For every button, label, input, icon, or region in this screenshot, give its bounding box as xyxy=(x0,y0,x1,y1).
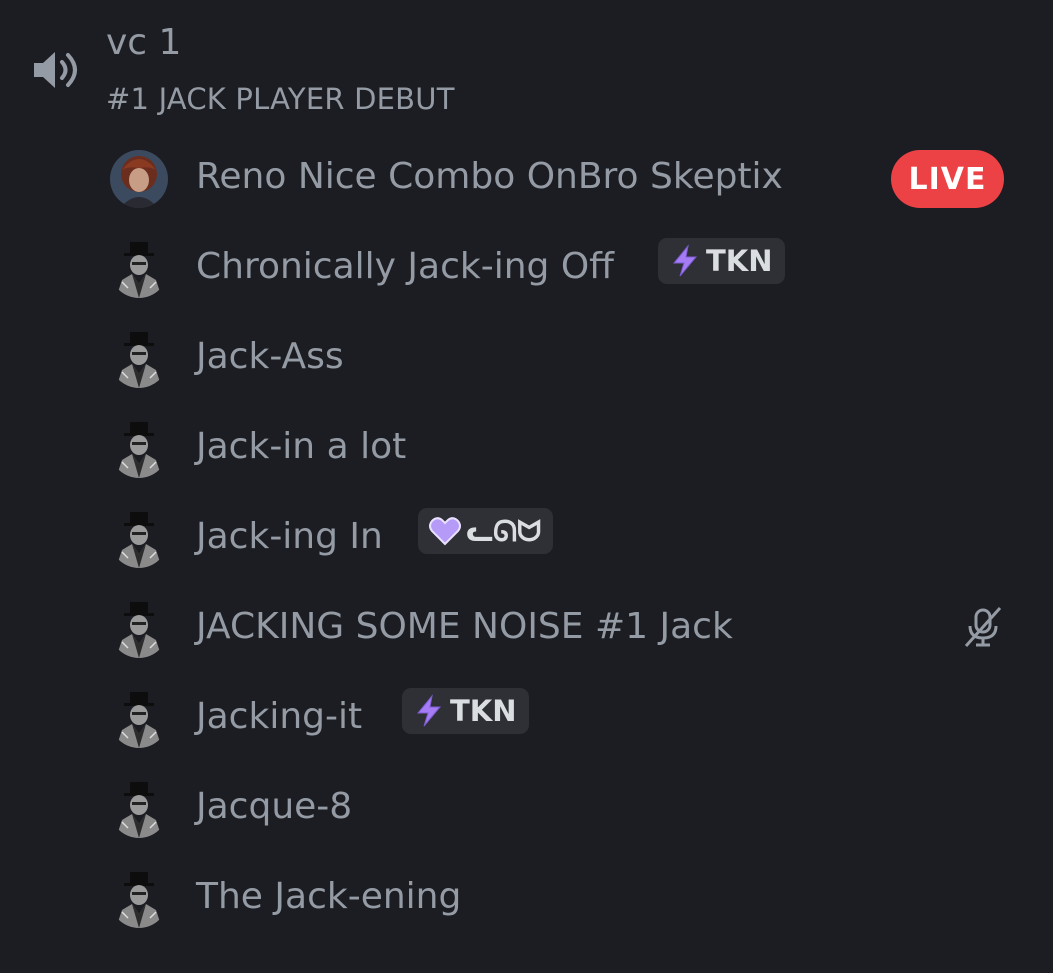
voice-user[interactable]: Jack-Ass xyxy=(0,314,1053,404)
user-name: Jack-in a lot xyxy=(196,426,407,467)
top-hat-man-avatar xyxy=(110,600,168,658)
user-name: Jack-ing In xyxy=(196,516,383,557)
server-tag-text: TKN xyxy=(450,694,517,728)
voice-user[interactable]: Jack-in a lot xyxy=(0,404,1053,494)
user-name: Chronically Jack-ing Off xyxy=(196,246,614,287)
speaker-icon xyxy=(34,52,77,88)
voice-user[interactable]: Chronically Jack-ing Off TKN xyxy=(0,224,1053,314)
user-name: Reno Nice Combo OnBro Skeptix xyxy=(196,156,783,197)
voice-user[interactable]: Jacking-it TKN xyxy=(0,674,1053,764)
server-tag[interactable]: TKN xyxy=(402,688,529,734)
voice-channel-header[interactable]: vc 1 #1 JACK PLAYER DEBUT xyxy=(0,0,1053,130)
server-tag[interactable]: TKN xyxy=(658,238,785,284)
server-tag-text: TKN xyxy=(706,244,773,278)
microphone-muted-icon xyxy=(964,606,1002,648)
voice-user-list: Reno Nice Combo OnBro Skeptix LIVE Chron… xyxy=(0,134,1053,944)
lightning-bolt-icon xyxy=(416,694,442,727)
server-tag-text: ᓚᘏᗢ xyxy=(466,513,542,548)
top-hat-man-avatar xyxy=(110,420,168,478)
top-hat-man-avatar xyxy=(110,330,168,388)
voice-user[interactable]: Jacque-8 xyxy=(0,764,1053,854)
top-hat-man-avatar xyxy=(110,780,168,838)
purple-heart-icon xyxy=(429,517,461,546)
user-name: Jacque-8 xyxy=(196,786,353,827)
channel-status: #1 JACK PLAYER DEBUT xyxy=(106,82,455,116)
top-hat-man-avatar xyxy=(110,510,168,568)
top-hat-man-avatar xyxy=(110,870,168,928)
channel-name: vc 1 xyxy=(106,22,182,63)
top-hat-man-avatar xyxy=(110,240,168,298)
user-name: Jacking-it xyxy=(196,696,363,737)
photo-avatar xyxy=(110,150,168,208)
user-name: Jack-Ass xyxy=(196,336,344,377)
live-badge[interactable]: LIVE xyxy=(891,150,1004,208)
user-name: JACKING SOME NOISE #1 Jack xyxy=(196,606,733,647)
voice-user[interactable]: The Jack-ening xyxy=(0,854,1053,944)
voice-user[interactable]: JACKING SOME NOISE #1 Jack xyxy=(0,584,1053,674)
top-hat-man-avatar xyxy=(110,690,168,748)
lightning-bolt-icon xyxy=(672,244,698,277)
voice-user[interactable]: Reno Nice Combo OnBro Skeptix LIVE xyxy=(0,134,1053,224)
server-tag[interactable]: ᓚᘏᗢ xyxy=(418,508,554,554)
user-name: The Jack-ening xyxy=(196,876,462,917)
voice-user[interactable]: Jack-ing In ᓚᘏᗢ xyxy=(0,494,1053,584)
